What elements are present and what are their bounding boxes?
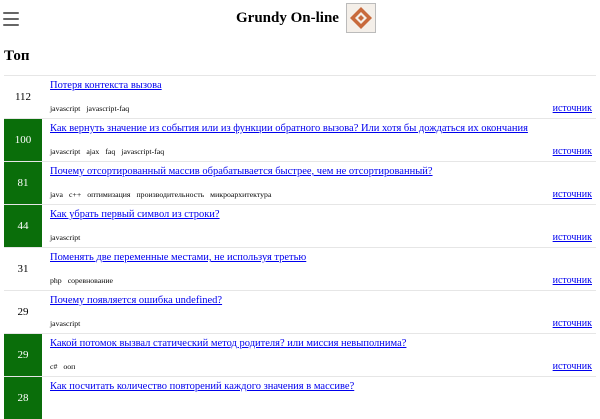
site-title[interactable]: Grundy On-line [236,10,339,27]
page-title: Топ [4,48,30,64]
question-tags: java c++ оптимизация производительность микр… [50,190,277,199]
question-score: 44 [4,205,42,247]
tag[interactable]: php [50,276,62,285]
source-link[interactable]: источник [553,146,592,157]
question-score: 29 [17,306,29,318]
tag[interactable]: микроархитектура [210,190,271,199]
tag[interactable]: производительность [137,190,205,199]
question-score: 31 [17,263,29,275]
diamond-logo-icon [345,3,376,33]
tag[interactable]: c++ [69,190,81,199]
question-title-link[interactable]: Как вернуть значение из события или из ф… [50,123,528,134]
question-title-link[interactable]: Как посчитать количество повторений кажд… [50,381,354,392]
question-row: 29 Какой потомок вызвал статический метод… [4,333,596,376]
question-row: 29 Почему появляется ошибка undefined? jav… [4,290,596,333]
question-tags: javascript [50,319,86,328]
source-link[interactable]: источник [553,361,592,372]
question-row: 28 Как посчитать количество повторений ка… [4,376,596,419]
question-row: 100 Как вернуть значение из события или и… [4,118,596,161]
question-tags: javascript ajax faq javascript-faq [50,147,170,156]
question-tags: c# ооп [50,362,81,371]
tag[interactable]: javascript-faq [121,147,164,156]
tag[interactable]: ооп [63,362,75,371]
source-link[interactable]: источник [553,232,592,243]
question-tags: php соревнование [50,276,119,285]
question-tags: javascript javascript-faq [50,104,135,113]
tag[interactable]: оптимизация [87,190,130,199]
question-row: 81 Почему отсортированный массив обрабаты… [4,161,596,204]
question-title-link[interactable]: Поменять две переменные местами, не испо… [50,252,306,263]
source-link[interactable]: источник [553,318,592,329]
question-score: 29 [4,334,42,376]
tag[interactable]: c# [50,362,57,371]
tag[interactable]: соревнование [68,276,113,285]
question-row: 31 Поменять две переменные местами, не ис… [4,247,596,290]
tag[interactable]: javascript [50,319,80,328]
question-score: 28 [4,377,42,419]
question-row: 44 Как убрать первый символ из строки? jav… [4,204,596,247]
tag[interactable]: javascript [50,147,80,156]
tag[interactable]: ajax [86,147,99,156]
question-title-link[interactable]: Почему отсортированный массив обрабатыва… [50,166,433,177]
tag[interactable]: javascript-faq [86,104,129,113]
source-link[interactable]: источник [553,275,592,286]
tag[interactable]: javascript [50,104,80,113]
question-score: 81 [4,162,42,204]
question-title-link[interactable]: Потеря контекста вызова [50,80,162,91]
question-title-link[interactable]: Какой потомок вызвал статический метод р… [50,338,406,349]
question-tags: javascript [50,233,86,242]
tag[interactable]: javascript [50,233,80,242]
site-branding: Grundy On-line [236,3,376,33]
hamburger-menu-icon[interactable] [3,12,19,26]
question-score: 100 [4,119,42,161]
tag[interactable]: faq [105,147,115,156]
tag[interactable]: java [50,190,63,199]
question-score: 112 [14,91,32,103]
question-title-link[interactable]: Как убрать первый символ из строки? [50,209,220,220]
question-row: 112 Потеря контекста вызова javascript java… [4,75,596,118]
site-header: Grundy On-line [0,0,600,40]
source-link[interactable]: источник [553,189,592,200]
source-link[interactable]: источник [553,103,592,114]
question-list: 112 Потеря контекста вызова javascript java… [4,75,596,419]
question-title-link[interactable]: Почему появляется ошибка undefined? [50,295,222,306]
